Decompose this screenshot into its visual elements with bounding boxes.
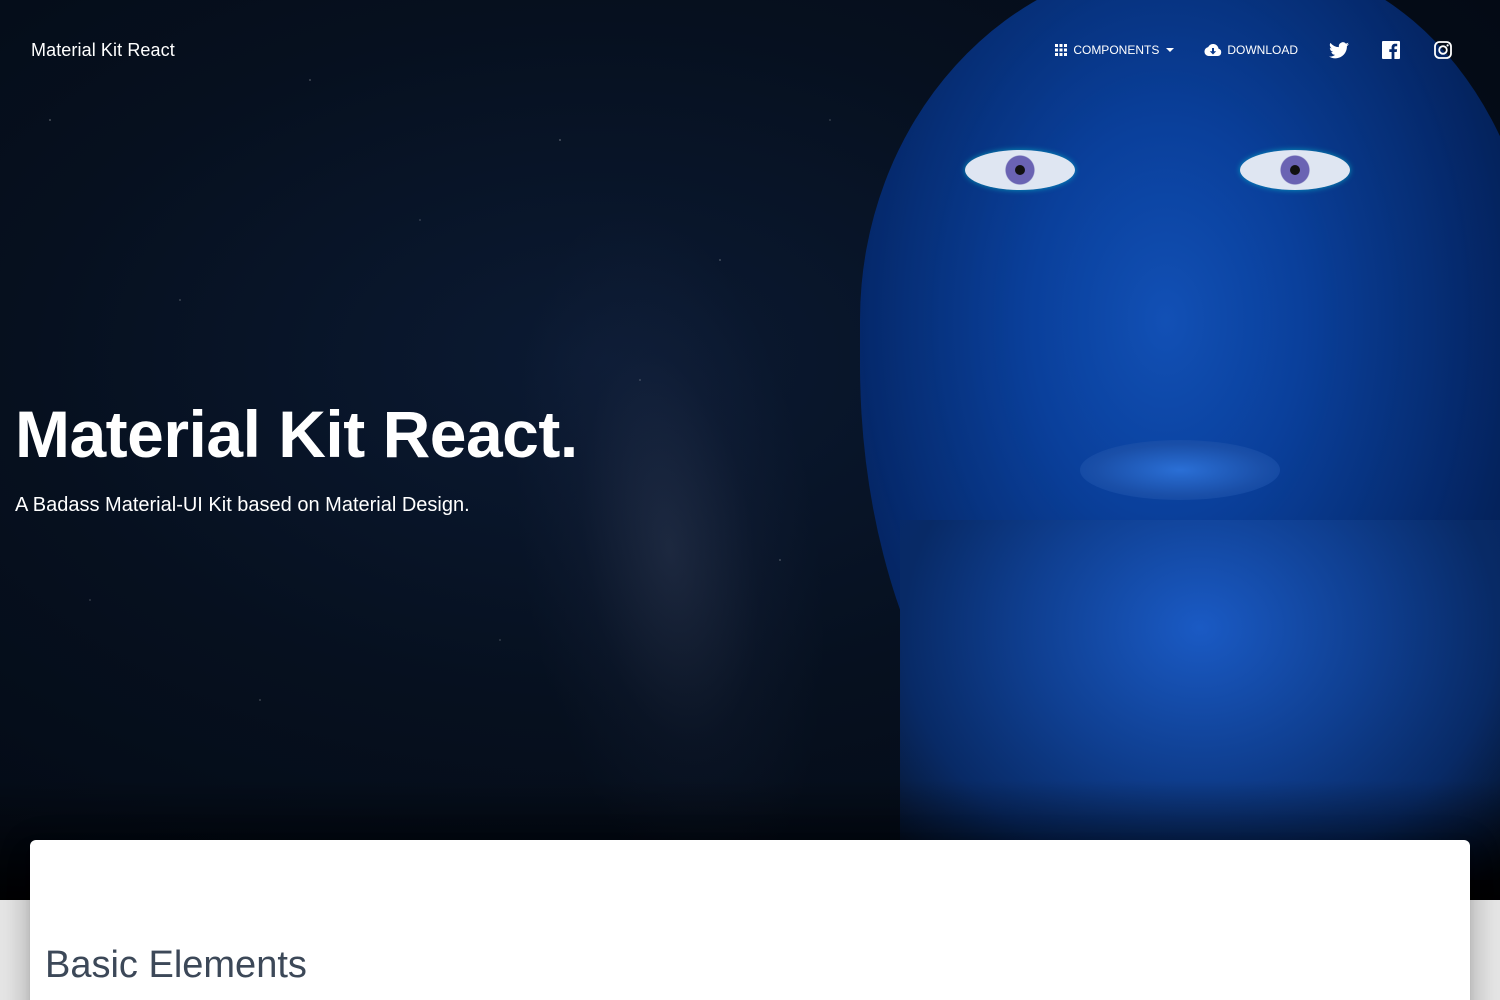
components-dropdown[interactable]: Components	[1039, 33, 1189, 67]
hero-header: Material Kit React Components Download	[0, 0, 1500, 900]
main-content-card: Basic Elements	[30, 840, 1470, 1000]
components-label: Components	[1073, 43, 1160, 57]
facebook-icon	[1382, 41, 1400, 59]
navbar: Material Kit React Components Download	[0, 0, 1500, 100]
download-button[interactable]: Download	[1189, 33, 1313, 67]
hero-title: Material Kit React.	[15, 397, 578, 471]
cloud-download-icon	[1204, 43, 1222, 56]
hero-image-eye-right	[1240, 150, 1350, 190]
instagram-link[interactable]	[1417, 30, 1469, 70]
instagram-icon	[1434, 41, 1452, 59]
download-label: Download	[1227, 43, 1298, 57]
hero-image-lips	[1080, 440, 1280, 500]
twitter-link[interactable]	[1313, 30, 1365, 70]
hero-subtitle: A Badass Material-UI Kit based on Materi…	[15, 494, 470, 516]
section-title: Basic Elements	[45, 944, 307, 986]
apps-grid-icon	[1055, 44, 1068, 56]
caret-down-icon	[1166, 48, 1175, 52]
hero-image-eye-left	[965, 150, 1075, 190]
brand-link[interactable]: Material Kit React	[31, 40, 175, 61]
nav-links: Components Download	[1039, 30, 1469, 70]
facebook-link[interactable]	[1365, 30, 1417, 70]
twitter-icon	[1329, 41, 1349, 58]
